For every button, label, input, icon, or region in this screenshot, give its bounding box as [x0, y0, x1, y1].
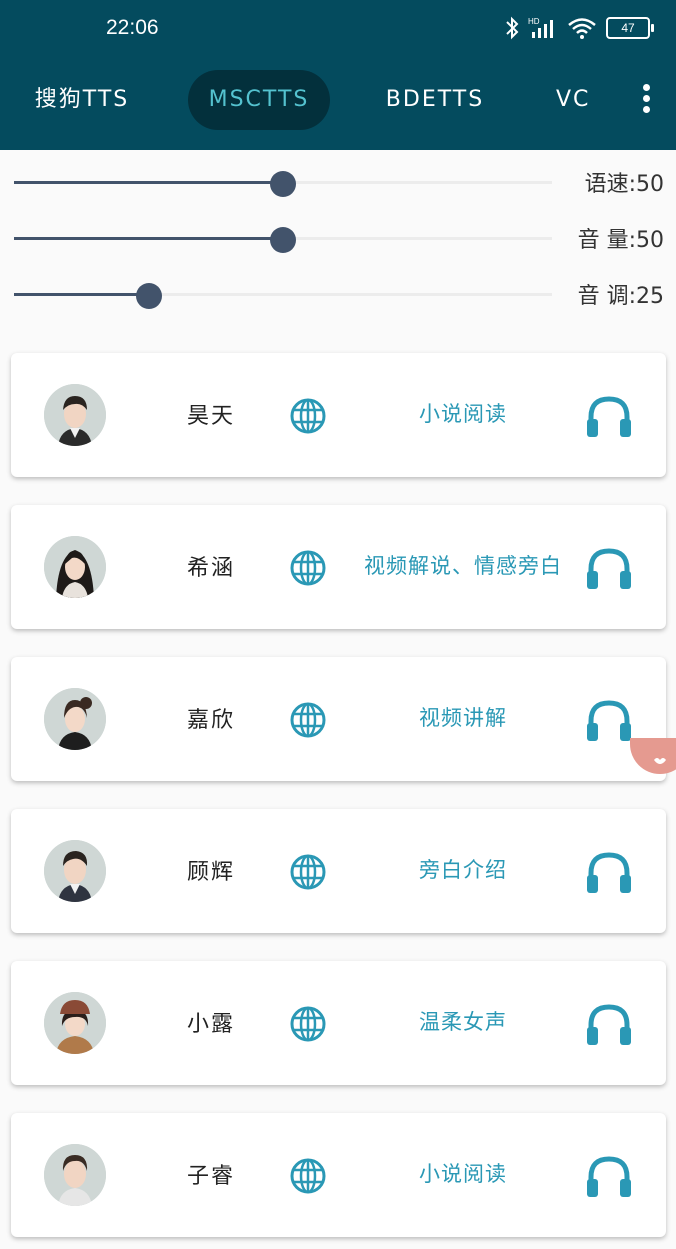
voice-description: 视频解说、情感旁白	[364, 554, 562, 578]
voice-card[interactable]: 嘉欣 视频讲解	[11, 657, 666, 781]
battery-indicator: 47	[606, 17, 654, 39]
tab-vc[interactable]: VC	[556, 70, 590, 130]
voice-description: 温柔女声	[419, 1010, 507, 1034]
male-avatar	[44, 384, 106, 446]
voice-description: 小说阅读	[419, 1162, 507, 1186]
voice-description: 旁白介绍	[419, 858, 507, 882]
voice-card[interactable]: 小露 温柔女声	[11, 961, 666, 1085]
pitch-label: 音 调:25	[577, 284, 664, 309]
voice-card[interactable]: 昊天 小说阅读	[11, 353, 666, 477]
pitch-slider[interactable]: 音 调:25	[14, 274, 664, 314]
globe-icon[interactable]	[289, 549, 327, 587]
voice-name: 昊天	[186, 404, 235, 429]
headphones-icon[interactable]	[585, 1001, 633, 1047]
voice-description: 小说阅读	[419, 402, 507, 426]
female-avatar	[44, 992, 106, 1054]
headphones-icon[interactable]	[585, 849, 633, 895]
pitch-slider-thumb[interactable]	[136, 283, 162, 309]
speed-slider[interactable]: 语速:50	[14, 162, 664, 202]
globe-icon[interactable]	[289, 397, 327, 435]
female-avatar	[44, 536, 106, 598]
pitch-slider-track[interactable]	[14, 293, 552, 296]
globe-icon[interactable]	[289, 1005, 327, 1043]
voice-name: 小露	[186, 1012, 235, 1037]
headphones-icon[interactable]	[585, 1153, 633, 1199]
globe-icon[interactable]	[289, 1157, 327, 1195]
tab-msctts[interactable]: MSCTTS	[188, 70, 330, 130]
tab-bdetts[interactable]: BDETTS	[374, 70, 496, 130]
female-avatar	[44, 688, 106, 750]
headphones-icon[interactable]	[585, 697, 633, 743]
voice-card[interactable]: 子睿 小说阅读	[11, 1113, 666, 1237]
voice-card[interactable]: 希涵 视频解说、情感旁白	[11, 505, 666, 629]
volume-slider-thumb[interactable]	[270, 227, 296, 253]
tab-strip: 搜狗TTS MSCTTS BDETTS VC	[0, 0, 590, 150]
voice-name: 希涵	[186, 556, 235, 581]
voice-name: 嘉欣	[186, 708, 235, 733]
male-avatar	[44, 840, 106, 902]
globe-icon[interactable]	[289, 701, 327, 739]
main-content: 语速:50 音 量:50 音 调:25 昊天 小说阅读 希涵 视频解说、情感旁白	[0, 150, 676, 1249]
voice-card[interactable]: 顾辉 旁白介绍	[11, 809, 666, 933]
headphones-icon[interactable]	[585, 393, 633, 439]
volume-slider[interactable]: 音 量:50	[14, 218, 664, 258]
male-avatar	[44, 1144, 106, 1206]
app-bar: 22:06 HD 47 搜狗TTS MSCTTS BDETTS VC	[0, 0, 676, 150]
globe-icon[interactable]	[289, 853, 327, 891]
speed-slider-thumb[interactable]	[270, 171, 296, 197]
tab-sogou-tts[interactable]: 搜狗TTS	[18, 70, 146, 130]
volume-label: 音 量:50	[577, 228, 664, 253]
speed-label: 语速:50	[584, 172, 664, 197]
voice-description: 视频讲解	[419, 706, 507, 730]
voice-name: 顾辉	[186, 860, 235, 885]
headphones-icon[interactable]	[585, 545, 633, 591]
voice-name: 子睿	[186, 1164, 235, 1189]
more-options-icon[interactable]	[636, 82, 656, 116]
